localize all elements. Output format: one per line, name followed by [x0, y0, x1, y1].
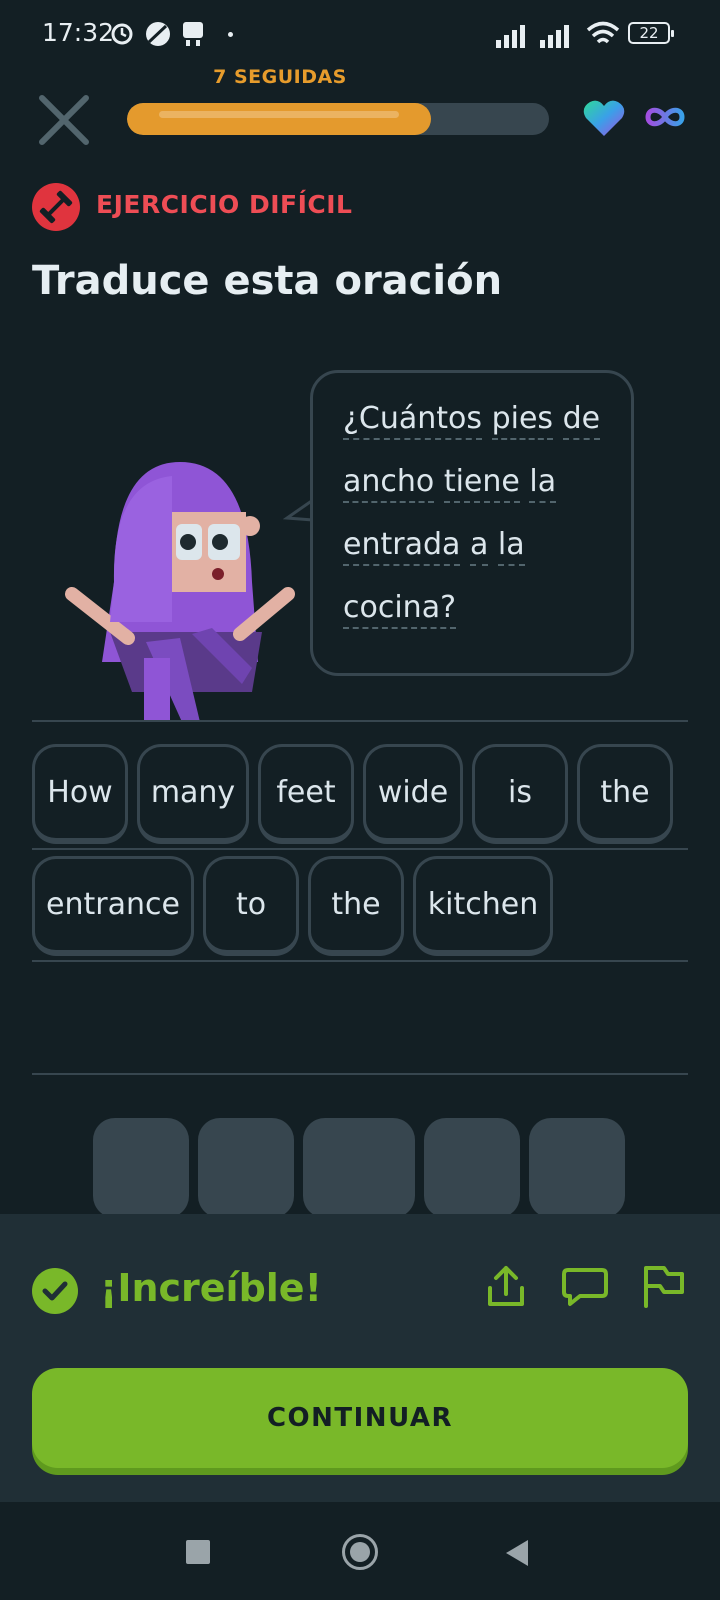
- prompt-word[interactable]: pies: [491, 401, 554, 440]
- word-bank-slot: [424, 1118, 520, 1218]
- home-button[interactable]: [342, 1534, 378, 1570]
- hearts-icon[interactable]: [582, 98, 626, 138]
- speech-bubble: ¿Cuántos pies de ancho tiene la entrada …: [310, 370, 634, 676]
- notification-status-icon: [183, 22, 203, 46]
- share-icon[interactable]: [482, 1262, 530, 1310]
- answer-chip[interactable]: is: [472, 744, 568, 844]
- prompt-word[interactable]: cocina?: [343, 590, 456, 629]
- answer-chip[interactable]: the: [577, 744, 673, 844]
- battery-icon: 22: [628, 22, 674, 44]
- answer-chip[interactable]: feet: [258, 744, 354, 844]
- progress-bar: [127, 103, 549, 135]
- settings-status-icon: [111, 23, 133, 45]
- hard-exercise-label: EJERCICIO DIFÍCIL: [96, 190, 353, 219]
- prompt-word[interactable]: tiene: [443, 464, 520, 503]
- prompt-word[interactable]: la: [529, 464, 557, 503]
- prompt-line-2: ancho tiene la: [343, 462, 557, 503]
- prompt-word[interactable]: de: [562, 401, 601, 440]
- progress-fill: [127, 103, 431, 135]
- feedback-message: ¡Increíble!: [100, 1266, 322, 1310]
- prompt-word[interactable]: entrada: [343, 527, 461, 566]
- more-status-dot: [228, 32, 233, 37]
- prompt-word[interactable]: a: [469, 527, 489, 566]
- status-bar: 17:32 22: [0, 0, 720, 70]
- comment-icon[interactable]: [560, 1262, 608, 1310]
- wifi-icon: [586, 21, 620, 44]
- word-bank-slot: [93, 1118, 189, 1218]
- flag-icon[interactable]: [640, 1262, 688, 1310]
- answer-chip[interactable]: to: [203, 856, 299, 956]
- prompt-line-1: ¿Cuántos pies de: [343, 399, 601, 440]
- word-bank-slot: [198, 1118, 294, 1218]
- answer-chip[interactable]: many: [137, 744, 249, 844]
- prompt-line-3: entrada a la: [343, 525, 525, 566]
- back-button[interactable]: [504, 1538, 530, 1568]
- signal-icon-2: [540, 25, 569, 48]
- word-bank-slot: [303, 1118, 415, 1218]
- streak-label: 7 SEGUIDAS: [213, 66, 347, 88]
- continue-button[interactable]: CONTINUAR: [32, 1368, 688, 1468]
- answer-chip[interactable]: wide: [363, 744, 463, 844]
- prompt-word[interactable]: ¿Cuántos: [343, 401, 483, 440]
- close-icon[interactable]: [36, 92, 92, 148]
- infinity-icon[interactable]: [644, 104, 686, 130]
- answer-line: [32, 1073, 688, 1075]
- character-illustration: [65, 462, 295, 722]
- answer-chip[interactable]: entrance: [32, 856, 194, 956]
- check-icon: [32, 1268, 78, 1314]
- prompt-word[interactable]: ancho: [343, 464, 435, 503]
- answer-line: [32, 848, 688, 850]
- word-bank-slot: [529, 1118, 625, 1218]
- answer-chip[interactable]: the: [308, 856, 404, 956]
- prompt-line-4: cocina?: [343, 588, 456, 629]
- recents-button[interactable]: [186, 1540, 210, 1564]
- answer-line: [32, 960, 688, 962]
- prompt-word[interactable]: la: [497, 527, 525, 566]
- status-time: 17:32: [42, 18, 115, 47]
- page-title: Traduce esta oración: [32, 258, 503, 304]
- app-status-icon: [146, 22, 170, 46]
- answer-chip[interactable]: How: [32, 744, 128, 844]
- signal-icon: [496, 25, 525, 48]
- dumbbell-icon: [32, 183, 80, 231]
- answer-chip[interactable]: kitchen: [413, 856, 553, 956]
- answer-line: [32, 720, 688, 722]
- progress-shine: [159, 111, 399, 118]
